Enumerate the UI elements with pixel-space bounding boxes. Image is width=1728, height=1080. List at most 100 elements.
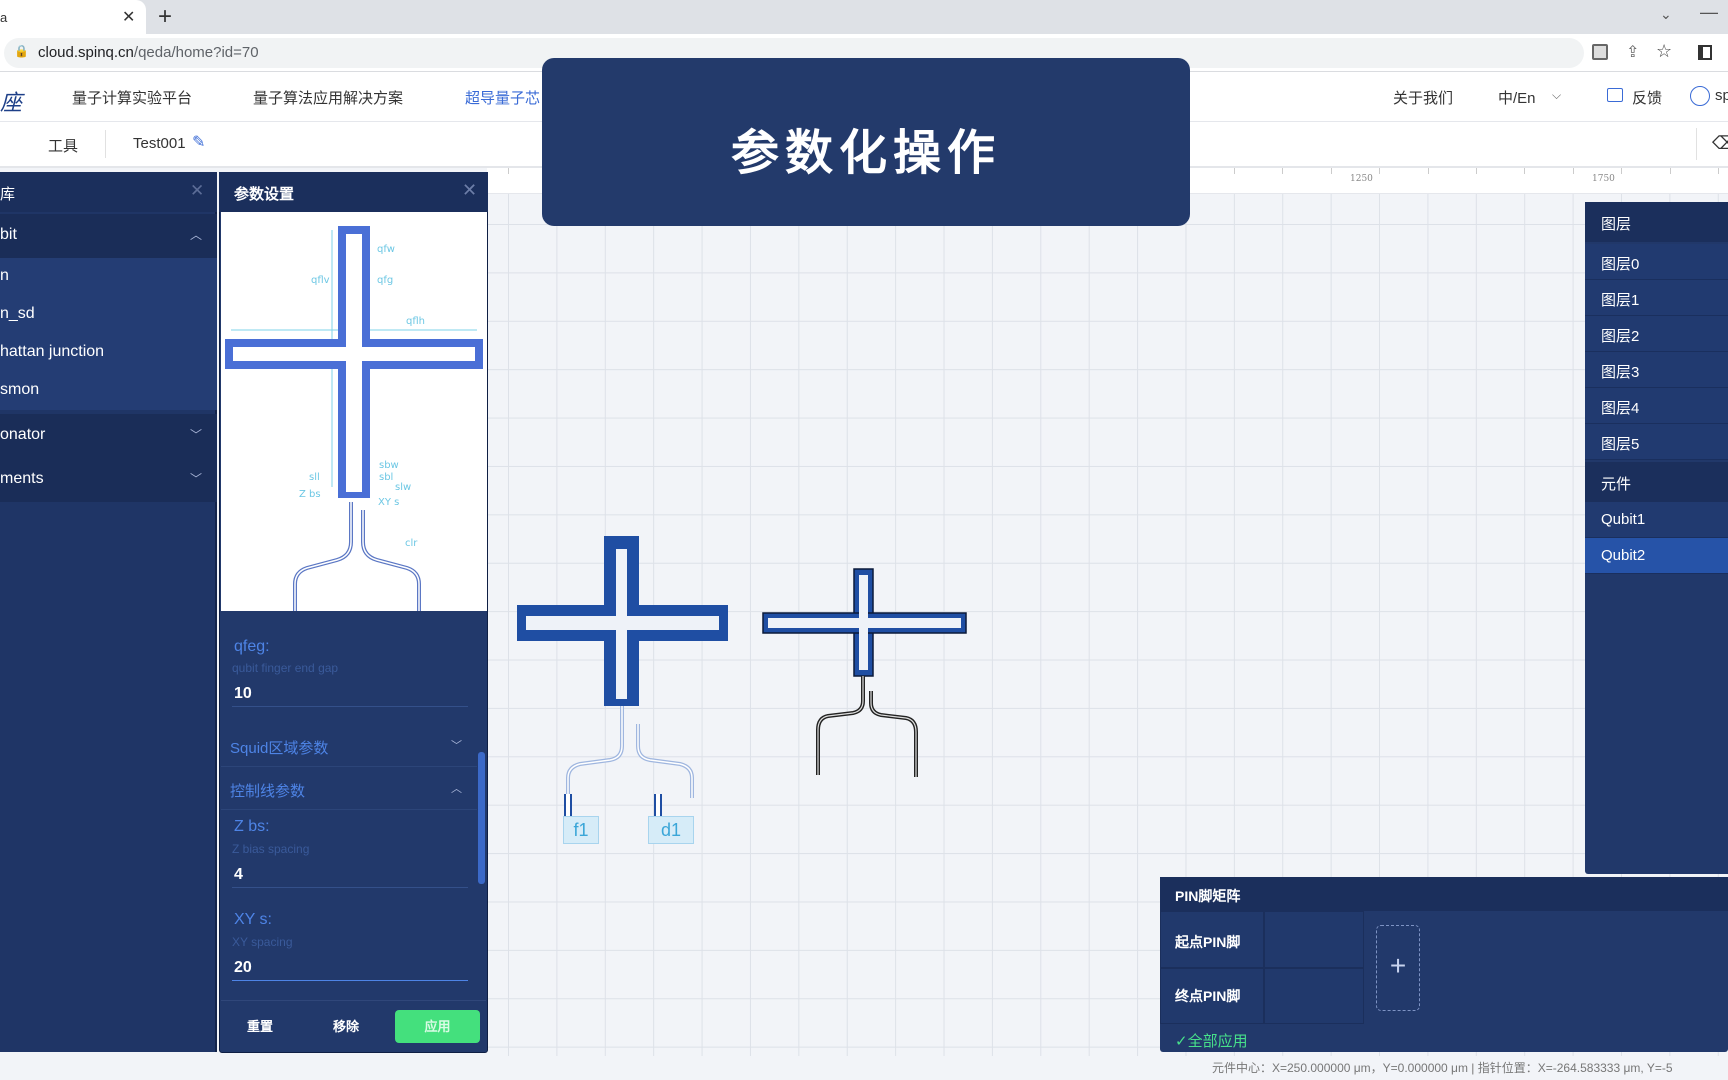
project-name: Test001 (133, 135, 186, 152)
url-text[interactable]: cloud.spinq.cn/qeda/home?id=70 (38, 44, 259, 61)
browser-tabbar (0, 0, 1728, 34)
browser-tab[interactable]: a ✕ (0, 0, 146, 34)
apply-button[interactable]: 应用 (395, 1010, 480, 1043)
user-avatar-icon[interactable] (1690, 86, 1710, 106)
components-header: 元件 (1585, 462, 1728, 502)
layer-item[interactable]: 图层1 (1585, 280, 1728, 316)
qubit1-horizontal-gap (526, 616, 719, 630)
status-text: 元件中心：X=250.000000 μm，Y=0.000000 μm | 指针位… (1212, 1061, 1673, 1075)
ruler-tick (1476, 168, 1477, 174)
qubit2-cross[interactable] (762, 568, 967, 777)
layer-item[interactable]: 图层3 (1585, 352, 1728, 388)
pin-matrix-title: PIN脚矩阵 (1175, 888, 1241, 904)
tab-search-chevron-icon[interactable]: ⌄ (1660, 6, 1672, 23)
ruler-label: 1250 (1350, 174, 1373, 184)
start-pin-slot[interactable] (1264, 911, 1364, 968)
library-category-elements[interactable]: ments ﹀ (0, 458, 217, 502)
item-label: hattan junction (0, 343, 105, 360)
library-item[interactable]: smon (0, 372, 217, 410)
nav-link-experiment-platform[interactable]: 量子计算实验平台 (72, 87, 192, 108)
chevron-down-icon: ﹀ (190, 428, 203, 442)
section-control-line-params[interactable]: 控制线参数 ︿ (221, 768, 477, 810)
category-label: bit (0, 226, 17, 243)
chevron-up-icon: ︿ (190, 228, 203, 242)
library-item[interactable]: n (0, 258, 217, 296)
tab-title: a (0, 10, 8, 25)
library-item[interactable]: hattan junction (0, 334, 217, 372)
overlay-title: 参数化操作 (730, 127, 1001, 180)
diagram-label: qflh (406, 316, 425, 327)
feedback-link[interactable]: 反馈 (1632, 87, 1662, 108)
zbs-input[interactable] (232, 862, 468, 888)
ruler-tick (1282, 168, 1284, 174)
library-category-resonator[interactable]: onator ﹀ (0, 414, 217, 458)
qubit-parameter-diagram: qfw qfg qflv qflh sbw sbl sll slw Z bs X… (221, 212, 487, 614)
layer-label: 图层2 (1601, 328, 1640, 345)
chevron-down-icon: ﹀ (190, 472, 203, 486)
diagram-label: sll (309, 472, 320, 483)
diagram-label: clr (405, 538, 418, 549)
field-label-zbs: Z bs: (234, 818, 270, 835)
reset-button[interactable]: 重置 (230, 1010, 290, 1043)
layer-item[interactable]: 图层4 (1585, 388, 1728, 424)
end-pin-slot[interactable] (1264, 968, 1364, 1024)
site-logo[interactable]: 座 (0, 85, 22, 117)
close-icon[interactable]: ✕ (462, 180, 477, 201)
item-label: smon (0, 381, 40, 398)
remove-button[interactable]: 移除 (316, 1010, 376, 1043)
layer-item[interactable]: 图层0 (1585, 244, 1728, 280)
qubit1-cross[interactable] (517, 464, 728, 819)
param-panel-scrollbar[interactable] (478, 752, 485, 884)
layer-item[interactable]: 图层5 (1585, 424, 1728, 460)
field-desc-xys: XY spacing (232, 935, 293, 949)
language-select[interactable]: 中/En (1498, 87, 1536, 108)
edit-pencil-icon[interactable]: ✎ (192, 132, 205, 152)
layers-header: 图层 (1585, 202, 1728, 242)
tools-menu[interactable]: 工具 (48, 135, 78, 156)
section-squid-params[interactable]: Squid区域参数 ﹀ (221, 725, 477, 767)
field-label-xys: XY s: (234, 911, 272, 928)
qfeg-input[interactable] (232, 681, 468, 707)
url-path: /qeda/home?id=70 (133, 44, 259, 61)
nav-link-about[interactable]: 关于我们 (1393, 87, 1453, 108)
layer-label: 图层5 (1601, 436, 1640, 453)
side-panel-icon[interactable] (1698, 45, 1712, 60)
library-item[interactable]: n_sd (0, 296, 217, 334)
toolbar-divider (1696, 128, 1697, 160)
tab-close-icon[interactable]: ✕ (122, 7, 135, 27)
section-label: 控制线参数 (230, 783, 306, 800)
new-tab-button[interactable]: + (158, 3, 172, 31)
chevron-down-icon[interactable]: ⌵ (1552, 88, 1561, 103)
ruler-tick (1718, 168, 1719, 174)
pin-d1[interactable]: d1 (648, 816, 694, 844)
item-label: n (0, 267, 9, 284)
feedback-icon[interactable] (1607, 88, 1623, 102)
apply-all-button[interactable]: ✓全部应用 (1175, 1030, 1248, 1051)
component-item[interactable]: Qubit1 (1585, 502, 1728, 538)
user-name[interactable]: sp (1715, 87, 1728, 104)
eraser-icon[interactable]: ⌫ (1712, 133, 1728, 154)
bookmark-star-icon[interactable]: ☆ (1656, 41, 1672, 62)
lock-icon[interactable]: 🔒 (14, 44, 29, 58)
add-pin-button[interactable]: + (1376, 925, 1420, 1011)
library-category-qubit[interactable]: bit ︿ (0, 214, 217, 258)
ruler-tick (1621, 168, 1623, 174)
layer-item[interactable]: 图层2 (1585, 316, 1728, 352)
layer-label: 图层1 (1601, 292, 1640, 309)
nav-link-superconducting-chip[interactable]: 超导量子芯 (465, 87, 540, 108)
component-item-selected[interactable]: Qubit2 (1585, 538, 1728, 574)
minimize-icon[interactable]: — (1700, 2, 1718, 23)
ruler-label: 1750 (1592, 174, 1615, 184)
component-label: Qubit2 (1601, 547, 1646, 564)
diagram-label: sbl (379, 472, 393, 483)
translate-icon[interactable] (1592, 44, 1608, 60)
xys-input[interactable] (232, 955, 468, 981)
close-icon[interactable]: ✕ (190, 181, 204, 201)
url-host: cloud.spinq.cn (38, 44, 134, 61)
nav-link-algorithm-solutions[interactable]: 量子算法应用解决方案 (253, 87, 403, 108)
component-library-panel: 库 ✕ bit ︿ n n_sd hattan junction smon on… (0, 172, 217, 1052)
category-label: ments (0, 470, 44, 487)
pin-matrix-header (1160, 877, 1728, 911)
pin-f1[interactable]: f1 (563, 816, 599, 844)
share-icon[interactable]: ⇪ (1626, 42, 1639, 62)
